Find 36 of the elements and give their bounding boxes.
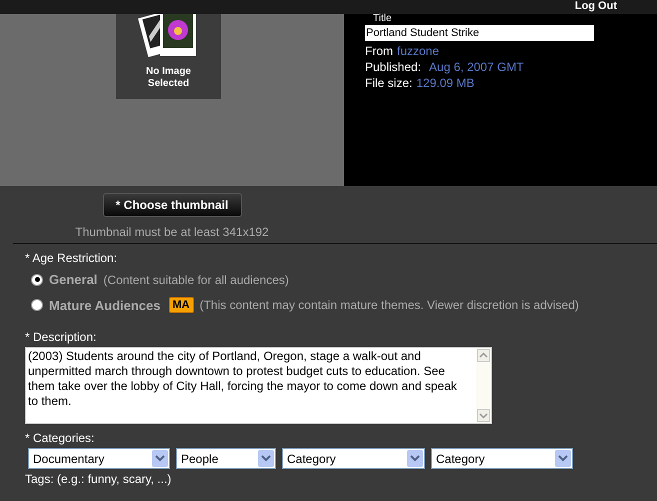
rating-badge: MA — [168, 297, 194, 314]
no-image-caption: No Image Selected — [144, 66, 192, 90]
scrollbar[interactable] — [476, 348, 491, 423]
dropdown-icon[interactable] — [407, 450, 423, 467]
thumbnail-hint: Thumbnail must be at least 341x192 — [75, 224, 269, 241]
description-text: (2003) Students around the city of Portland, Oregon, stage a walk-out and unpermitted march through downtown to protest budget cuts to education. See them take over the lobby of City Hall, forcing the mayor to come down and speak to them. — [27, 348, 458, 410]
option-label[interactable]: General — [49, 270, 98, 290]
age-restriction-label: * Age Restriction: — [25, 250, 118, 267]
title-field[interactable]: Portland Student Strike — [365, 25, 594, 41]
categories-label: * Categories: — [25, 430, 96, 447]
description-field[interactable] — [25, 347, 492, 424]
option-label[interactable]: Mature Audiences — [49, 296, 160, 315]
option-note: (Content suitable for all audiences) — [103, 272, 289, 289]
radio-button[interactable] — [31, 299, 43, 312]
dropdown-icon[interactable] — [258, 450, 274, 467]
dropdown-icon[interactable] — [152, 450, 168, 467]
choose-thumbnail-button[interactable]: * Choose thumbnail — [102, 193, 242, 217]
category-select[interactable]: Category — [282, 448, 425, 469]
option-note: (This content may contain mature themes. Viewer discretion is advised) — [200, 297, 579, 314]
tags-label: Tags: (e.g.: funny, scary, ...) — [25, 472, 172, 486]
category-select[interactable]: Documentary — [28, 448, 170, 469]
radio-button[interactable] — [31, 274, 43, 286]
title-label: Title — [372, 14, 393, 24]
scroll-up-icon[interactable] — [477, 349, 490, 362]
scroll-down-icon[interactable] — [477, 409, 490, 422]
from-label: From — [365, 43, 393, 59]
file-size-label: File size: — [365, 75, 412, 91]
logout-link[interactable]: Log Out — [574, 0, 617, 14]
file-size-value: 129.09 MB — [416, 75, 474, 91]
published-label: Published: — [365, 59, 422, 75]
category-select[interactable]: Category — [431, 448, 573, 469]
dropdown-icon[interactable] — [555, 450, 571, 467]
category-select[interactable]: People — [176, 448, 276, 469]
author-link[interactable]: fuzzone — [397, 43, 440, 59]
description-label: * Description: — [25, 329, 98, 346]
published-date: Aug 6, 2007 GMT — [429, 59, 524, 75]
